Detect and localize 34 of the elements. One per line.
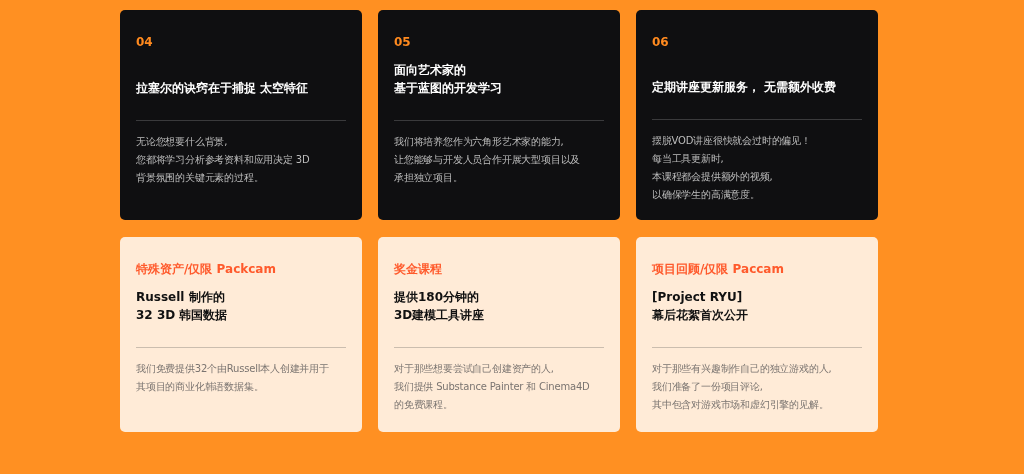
card-title: Russell 制作的 bbox=[136, 289, 225, 306]
card-title: 面向艺术家的 bbox=[394, 62, 466, 79]
card-description: 您都将学习分析参考资料和应用决定 3D bbox=[136, 153, 310, 167]
card-description: 的免费课程。 bbox=[394, 398, 453, 412]
card-description: 背景氛围的关键元素的过程。 bbox=[136, 171, 264, 185]
card-description: 我们提供 Substance Painter 和 Cinema4D bbox=[394, 380, 590, 394]
card-title: 提供180分钟的 bbox=[394, 289, 480, 306]
card-description: 每当工具更新时, bbox=[652, 152, 724, 166]
card-description: 承担独立项目。 bbox=[394, 171, 463, 185]
card-description: 对于那些想要尝试自己创建资产的人, bbox=[394, 362, 554, 376]
card-description: 我们免费提供32个由Russell本人创建并用于 bbox=[136, 362, 329, 376]
card-description: 以确保学生的高满意度。 bbox=[652, 188, 760, 202]
card-title: 幕后花絮首次公开 bbox=[652, 307, 748, 324]
card-description: 其中包含对游戏市场和虚幻引擎的见解。 bbox=[652, 398, 829, 412]
card-description: 我们准备了一份项目评论, bbox=[652, 380, 763, 394]
card-title: 拉塞尔的诀窍在于捕捉 太空特征 bbox=[136, 80, 309, 97]
card-title: [Project RYU] bbox=[652, 289, 743, 306]
card-description: 本课程都会提供额外的视频, bbox=[652, 170, 773, 184]
card-title: 3D建模工具讲座 bbox=[394, 307, 485, 324]
card-title: 基于蓝图的开发学习 bbox=[394, 80, 502, 97]
card-description: 我们将培养您作为六角形艺术家的能力, bbox=[394, 135, 564, 149]
card-description: 对于那些有兴趣制作自己的独立游戏的人, bbox=[652, 362, 832, 376]
card-label: 05 bbox=[394, 35, 411, 49]
card-title: 定期讲座更新服务， 无需额外收费 bbox=[652, 79, 837, 96]
card-label: 06 bbox=[652, 35, 669, 49]
card-label: 项目回顾/仅限 Paccam bbox=[652, 262, 784, 276]
card-description: 其项目的商业化韩语数据集。 bbox=[136, 380, 264, 394]
card-title: 32 3D 韩国数据 bbox=[136, 307, 228, 324]
card-description: 摆脱VOD讲座很快就会过时的偏见！ bbox=[652, 134, 811, 148]
card-label: 04 bbox=[136, 35, 153, 49]
card-description: 让您能够与开发人员合作开展大型项目以及 bbox=[394, 153, 581, 167]
card-label: 特殊资产/仅限 Packcam bbox=[136, 262, 276, 276]
card-label: 奖金课程 bbox=[394, 262, 442, 276]
card-description: 无论您想要什么背景, bbox=[136, 135, 228, 149]
